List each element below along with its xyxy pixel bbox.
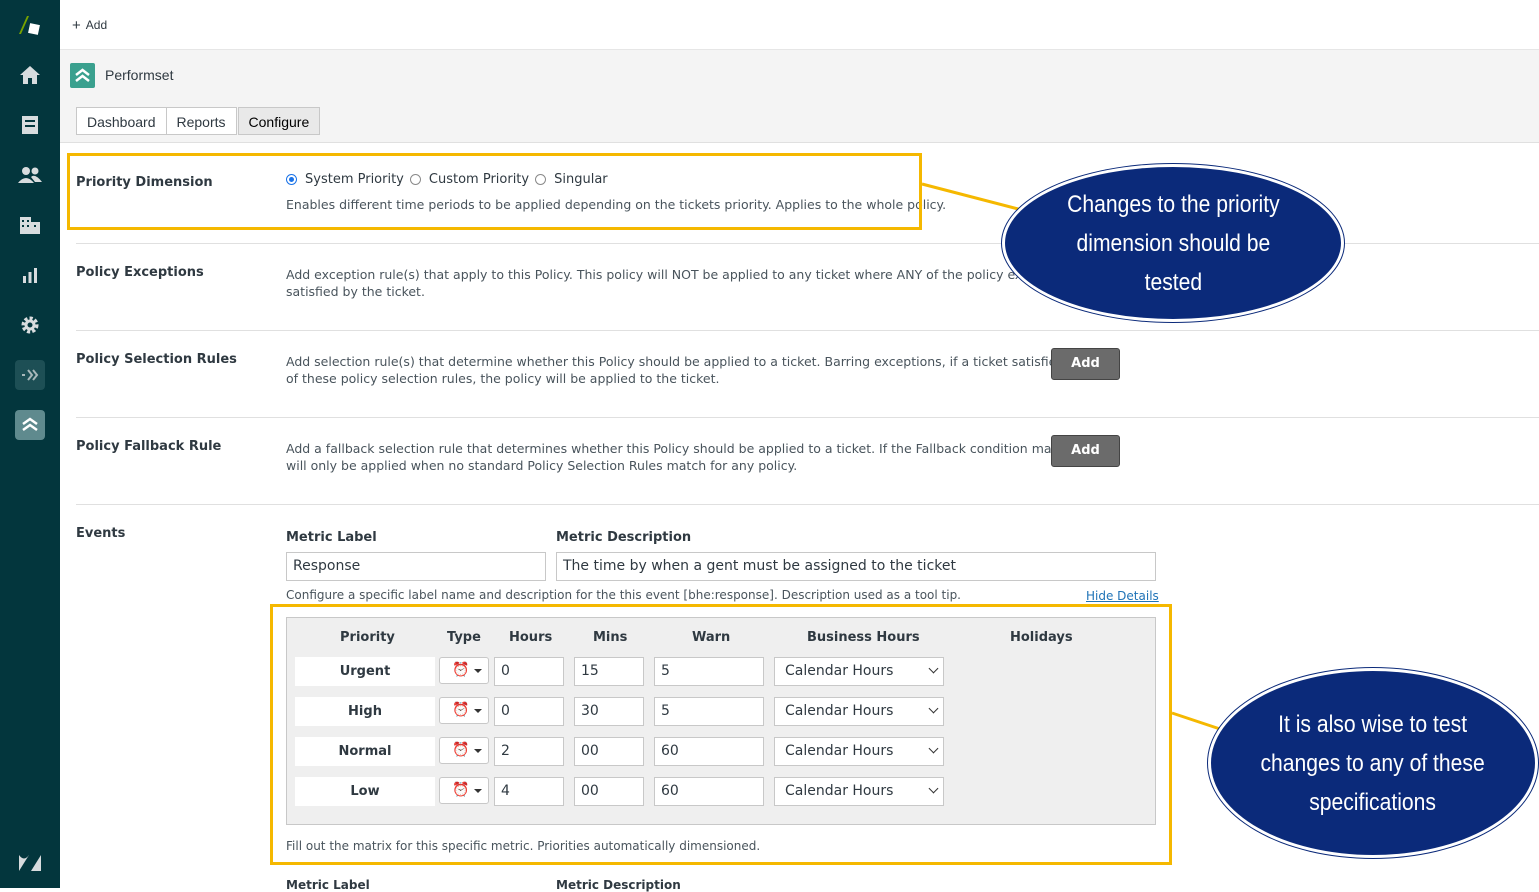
connector-line-top xyxy=(921,182,1027,213)
callout-priority-dimension: Changes to the priority dimension should… xyxy=(1002,164,1344,322)
callout-specifications: It is also wise to test changes to any o… xyxy=(1208,668,1538,858)
